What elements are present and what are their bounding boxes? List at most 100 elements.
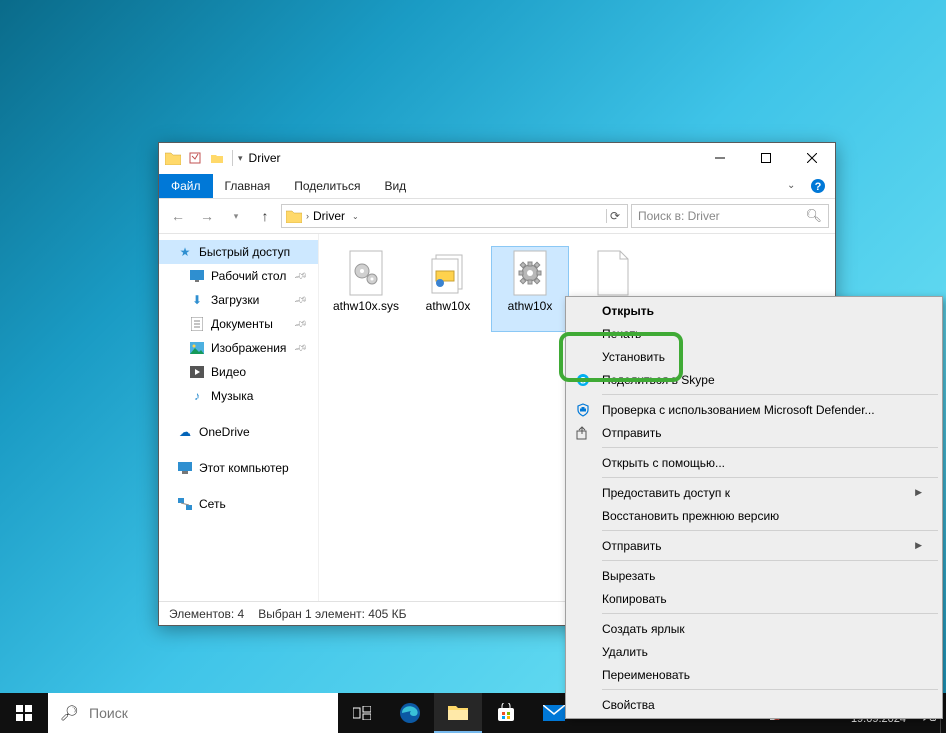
qat-new-folder-icon[interactable] [207,148,227,168]
close-button[interactable] [789,143,835,173]
menu-item-copy[interactable]: Копировать [568,587,940,610]
desktop: ▾ Driver Файл Главная Поделиться Вид ⌄ ?… [0,0,946,733]
menu-separator [602,477,938,478]
start-button[interactable] [0,693,48,733]
search-icon: 🔍︎ [60,704,79,722]
sidebar-item-label: Изображения [211,341,286,355]
menu-item-delete[interactable]: Удалить [568,640,940,663]
menu-separator [602,447,938,448]
sidebar-item-label: Рабочий стол [211,269,286,283]
sidebar-item-label: Этот компьютер [199,461,289,475]
menu-item-open-with[interactable]: Открыть с помощью... [568,451,940,474]
sidebar-item-videos[interactable]: Видео [159,360,318,384]
taskbar-app-edge[interactable] [386,693,434,733]
videos-icon [189,364,205,380]
breadcrumb-segment[interactable]: Driver [313,209,345,223]
menu-separator [602,394,938,395]
pin-icon: 📌︎ [293,316,308,331]
shield-icon [575,402,591,418]
menu-item-properties[interactable]: Свойства [568,693,940,716]
sidebar-item-pictures[interactable]: Изображения 📌︎ [159,336,318,360]
task-view-button[interactable] [338,693,386,733]
menu-item-send[interactable]: Отправить [568,421,940,444]
menu-item-defender[interactable]: Проверка с использованием Microsoft Defe… [568,398,940,421]
menu-item-print[interactable]: Печать [568,322,940,345]
chevron-right-icon: ▶ [915,487,922,498]
cloud-icon: ☁ [177,424,193,440]
title-bar[interactable]: ▾ Driver [159,143,835,173]
sidebar-item-documents[interactable]: Документы 📌︎ [159,312,318,336]
back-button[interactable]: ← [165,203,191,229]
chevron-right-icon: ▶ [915,540,922,551]
pictures-icon [189,340,205,356]
maximize-button[interactable] [743,143,789,173]
address-dropdown-icon[interactable]: ⌄ [349,212,362,221]
forward-button[interactable]: → [194,203,220,229]
sidebar-item-label: Музыка [211,389,253,403]
chevron-right-icon[interactable]: › [306,211,309,221]
sidebar-item-quick-access[interactable]: ★ Быстрый доступ [159,240,318,264]
tab-file[interactable]: Файл [159,174,213,198]
documents-icon [189,316,205,332]
share-icon [575,425,591,441]
up-button[interactable]: ↑ [252,203,278,229]
svg-text:S: S [580,375,586,385]
search-icon: 🔍︎ [805,208,822,224]
sidebar-item-this-pc[interactable]: Этот компьютер [159,456,318,480]
sidebar-item-music[interactable]: ♪ Музыка [159,384,318,408]
desktop-icon [189,268,205,284]
menu-item-rename[interactable]: Переименовать [568,663,940,686]
menu-item-send-to[interactable]: Отправить▶ [568,534,940,557]
cat-file-icon [424,249,472,297]
file-item[interactable]: athw10x.sys [327,246,405,332]
file-item-selected[interactable]: athw10x [491,246,569,332]
menu-item-give-access[interactable]: Предоставить доступ к▶ [568,481,940,504]
tab-home[interactable]: Главная [213,174,283,198]
menu-separator [602,530,938,531]
sidebar-item-label: Быстрый доступ [199,245,290,259]
taskbar-search[interactable]: 🔍︎ Поиск [48,693,338,733]
minimize-button[interactable] [697,143,743,173]
sidebar-item-desktop[interactable]: Рабочий стол 📌︎ [159,264,318,288]
pin-icon: 📌︎ [293,268,308,283]
downloads-icon: ⬇ [189,292,205,308]
qat-properties-icon[interactable] [185,148,205,168]
refresh-icon[interactable]: ⟳ [606,209,623,223]
menu-separator [602,560,938,561]
menu-item-create-shortcut[interactable]: Создать ярлык [568,617,940,640]
help-icon[interactable]: ? [807,175,829,197]
status-item-count: Элементов: 4 [169,607,244,621]
taskbar-app-store[interactable] [482,693,530,733]
ribbon-expand-icon[interactable]: ⌄ [787,180,803,191]
menu-item-install[interactable]: Установить [568,345,940,368]
svg-text:?: ? [815,181,822,193]
pin-icon: 📌︎ [293,340,308,355]
menu-item-cut[interactable]: Вырезать [568,564,940,587]
tab-view[interactable]: Вид [372,174,418,198]
history-dropdown-icon[interactable]: ▾ [223,203,249,229]
sidebar-item-network[interactable]: Сеть [159,492,318,516]
sidebar-item-label: Сеть [199,497,226,511]
qat-dropdown-icon[interactable]: ▾ [238,153,243,164]
file-label: athw10x [508,299,553,313]
sidebar-item-onedrive[interactable]: ☁ OneDrive [159,420,318,444]
menu-item-open[interactable]: Открыть [568,299,940,322]
search-input[interactable]: Поиск в: Driver 🔍︎ [631,204,829,228]
search-placeholder: Поиск [89,705,128,721]
pin-icon: 📌︎ [293,292,308,307]
address-bar[interactable]: › Driver ⌄ ⟳ [281,204,628,228]
menu-item-restore-version[interactable]: Восстановить прежнюю версию [568,504,940,527]
menu-item-skype[interactable]: SПоделиться в Skype [568,368,940,391]
computer-icon [177,460,193,476]
file-item[interactable]: athw10x [409,246,487,332]
file-label: athw10x [426,299,471,313]
folder-icon [165,151,181,165]
menu-separator [602,613,938,614]
tab-share[interactable]: Поделиться [282,174,372,198]
taskbar-app-explorer[interactable] [434,693,482,733]
star-icon: ★ [177,244,193,260]
sidebar-item-downloads[interactable]: ⬇ Загрузки 📌︎ [159,288,318,312]
inf-file-icon [506,249,554,297]
separator [232,150,233,166]
blank-file-icon [588,249,636,297]
